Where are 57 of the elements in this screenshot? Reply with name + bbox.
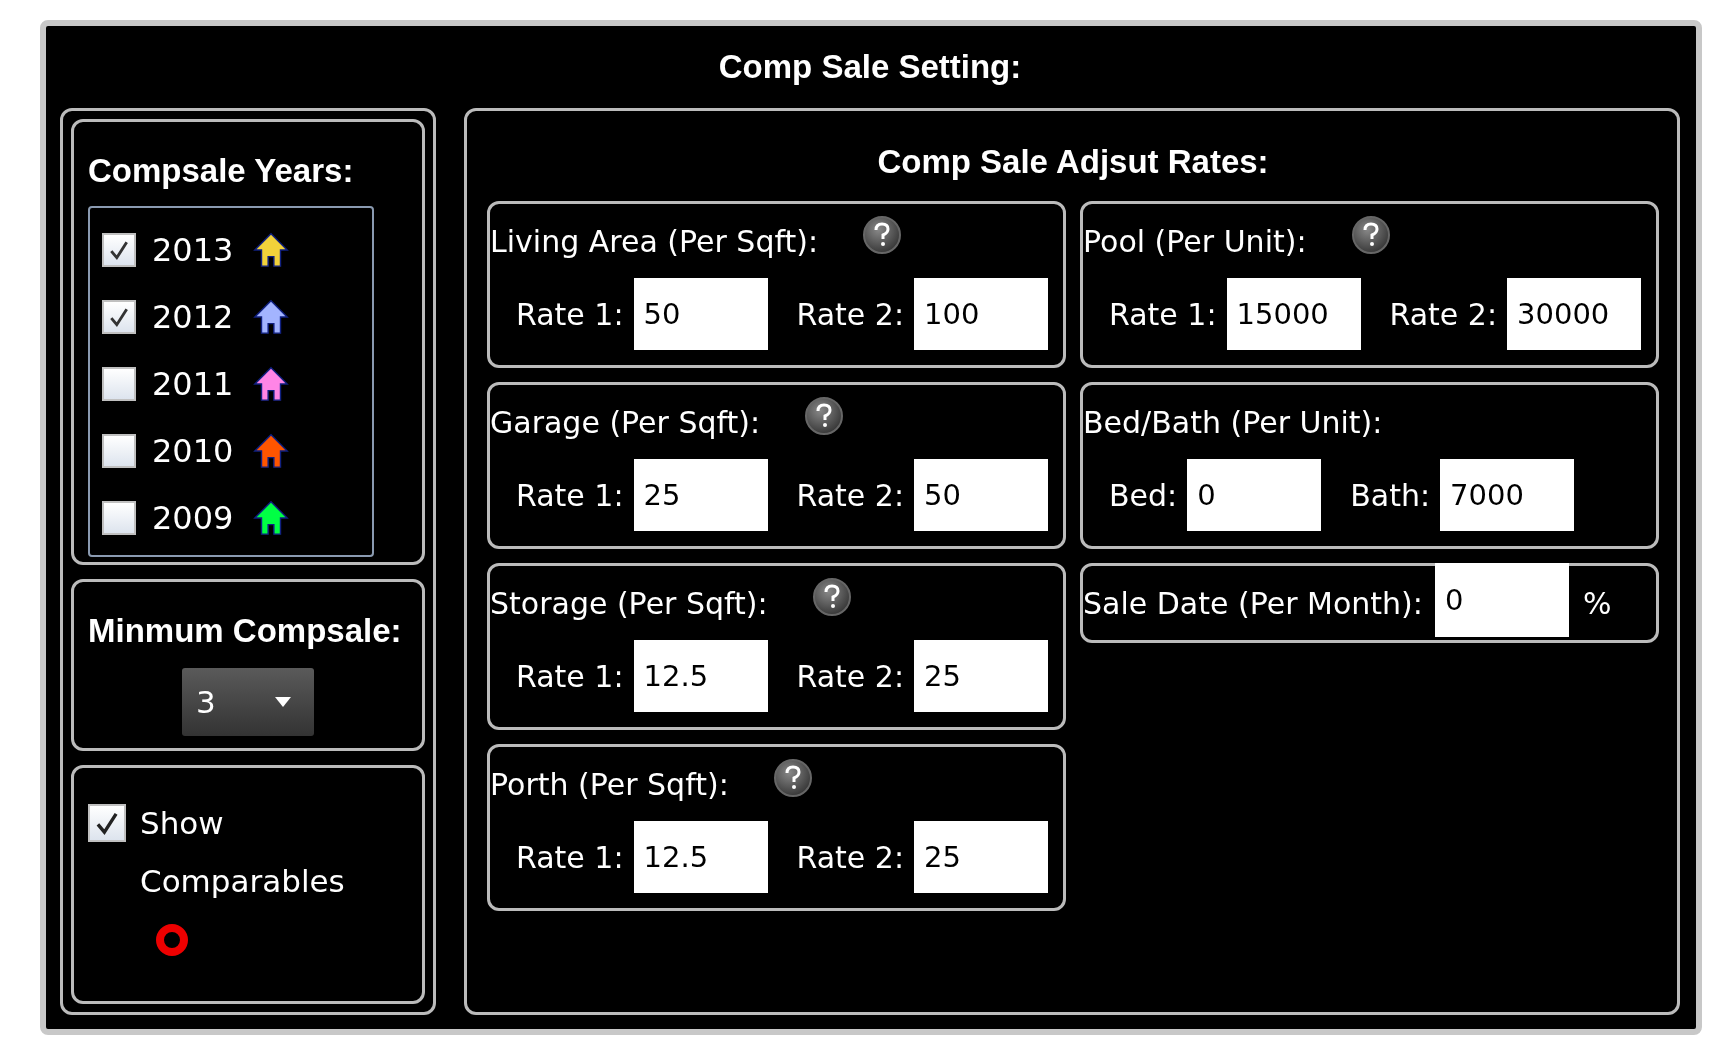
rate-input[interactable]: 7000 <box>1440 459 1575 531</box>
rate-label: Bed: <box>1109 477 1178 513</box>
panel-title: Comp Sale Setting: <box>717 47 1023 87</box>
rate-input[interactable]: 0 <box>1187 459 1322 531</box>
rate-label: Rate 1: <box>516 658 624 694</box>
show-checkbox[interactable] <box>88 804 126 842</box>
rate-input[interactable]: 50 <box>633 278 768 350</box>
ring-icon <box>154 922 190 958</box>
rate-label: Bath: <box>1350 477 1431 513</box>
rate-input[interactable]: 25 <box>633 459 768 531</box>
unit-label: % <box>1582 585 1612 621</box>
years-title: Compsale Years: <box>88 152 355 190</box>
year-checkbox[interactable] <box>102 232 136 267</box>
rate-input[interactable]: 15000 <box>1226 278 1361 350</box>
rate-input[interactable]: 12.5 <box>633 821 768 893</box>
rate-input[interactable]: 0 <box>1434 563 1569 637</box>
rate-label: Rate 1: <box>516 296 624 332</box>
rates-title: Comp Sale Adjsut Rates: <box>876 142 1270 182</box>
help-icon[interactable] <box>1350 215 1391 255</box>
help-icon[interactable] <box>772 758 813 798</box>
year-label: 2013 <box>152 230 235 269</box>
year-label: 2011 <box>152 364 235 403</box>
year-checkbox[interactable] <box>102 433 136 468</box>
rate-card-title: Living Area (Per Sqft): <box>490 223 819 259</box>
rate-card-title: Garage (Per Sqft): <box>490 404 761 440</box>
rate-label: Rate 2: <box>796 839 905 875</box>
caret-icon <box>274 696 292 708</box>
rate-input[interactable]: 25 <box>914 821 1049 893</box>
minimum-title: Minmum Compsale: <box>88 612 403 650</box>
rate-label: Rate 2: <box>1389 296 1498 332</box>
help-icon[interactable] <box>804 396 845 436</box>
check-icon <box>94 810 120 836</box>
rate-input[interactable]: 25 <box>914 640 1049 712</box>
rate-card-title: Pool (Per Unit): <box>1083 223 1307 259</box>
help-icon[interactable] <box>862 215 903 255</box>
year-checkbox[interactable] <box>102 366 136 401</box>
rate-label: Rate 1: <box>516 477 624 513</box>
rate-card-title: Sale Date (Per Month): <box>1083 585 1423 621</box>
year-label: 2010 <box>152 431 235 470</box>
help-icon[interactable] <box>811 577 852 617</box>
rate-card-title: Porth (Per Sqft): <box>490 766 729 802</box>
rate-label: Rate 1: <box>516 839 624 875</box>
rate-card-title: Bed/Bath (Per Unit): <box>1083 404 1383 440</box>
rate-label: Rate 2: <box>796 296 905 332</box>
rate-label: Rate 2: <box>796 477 905 513</box>
year-label: 2009 <box>152 498 235 537</box>
rate-label: Rate 2: <box>796 658 905 694</box>
minimum-dropdown[interactable]: 3 <box>182 668 314 736</box>
year-checkbox[interactable] <box>102 299 136 334</box>
year-label: 2012 <box>152 297 235 336</box>
rate-input[interactable]: 12.5 <box>633 640 768 712</box>
rate-input[interactable]: 30000 <box>1507 278 1642 350</box>
rate-label: Rate 1: <box>1109 296 1217 332</box>
year-checkbox[interactable] <box>102 500 136 535</box>
rate-card-title: Storage (Per Sqft): <box>490 585 768 621</box>
rate-input[interactable]: 100 <box>914 278 1049 350</box>
rate-input[interactable]: 50 <box>914 459 1049 531</box>
